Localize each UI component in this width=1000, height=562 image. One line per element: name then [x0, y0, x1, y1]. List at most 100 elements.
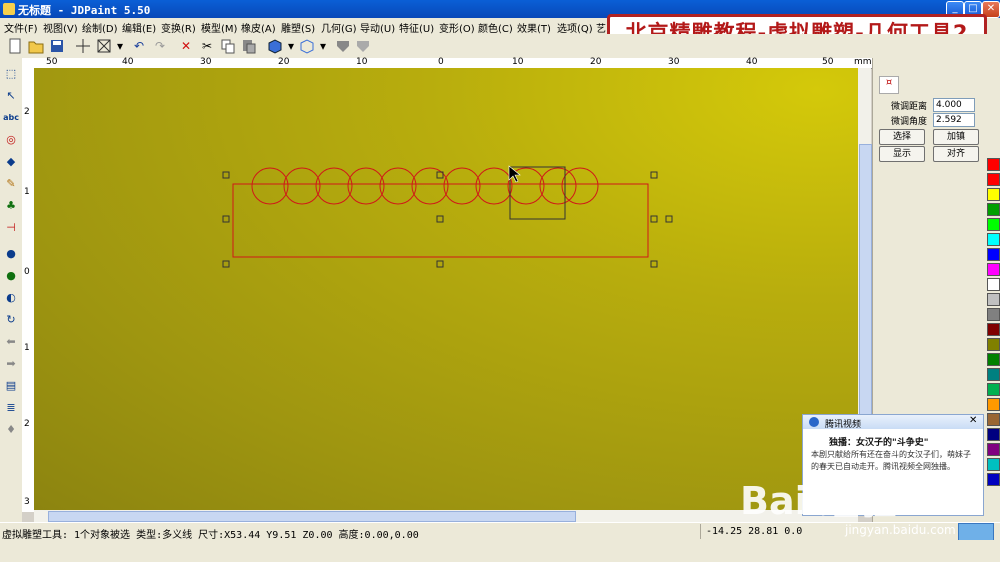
color-swatch[interactable]	[987, 323, 1000, 336]
menu-model[interactable]: 模型(M)	[201, 20, 237, 35]
ruler-label: 40	[746, 57, 758, 67]
dropdown-arrow-icon[interactable]: ▾	[318, 37, 328, 55]
color-swatch[interactable]	[987, 338, 1000, 351]
color-swatch[interactable]	[987, 443, 1000, 456]
ruler-label: 0	[24, 267, 30, 277]
dropdown-arrow-icon[interactable]: ▾	[286, 37, 296, 55]
shield-icon[interactable]	[334, 37, 352, 55]
thicken-button[interactable]: 加镇	[933, 129, 979, 145]
color-swatch[interactable]	[987, 263, 1000, 276]
menu-view[interactable]: 视图(V)	[43, 20, 78, 35]
measure-tool-icon[interactable]: ⊣	[3, 220, 19, 236]
ruler-label: 50	[822, 57, 834, 67]
color-swatch[interactable]	[987, 353, 1000, 366]
menu-guide[interactable]: 导动(U)	[360, 20, 395, 35]
ruler-label: 30	[668, 57, 680, 67]
smooth-tool-icon[interactable]: ◐	[3, 290, 19, 306]
menu-eraser[interactable]: 橡皮(A)	[241, 20, 276, 35]
ruler-label: 10	[512, 57, 524, 67]
app-icon	[3, 3, 15, 15]
circle-tool-icon[interactable]: ◎	[3, 132, 19, 148]
open-icon[interactable]	[27, 37, 45, 55]
stamp-tool-icon[interactable]: ♣	[3, 198, 19, 214]
select-button[interactable]: 选择	[879, 129, 925, 145]
select-tool-icon[interactable]: ⬚	[3, 66, 19, 82]
color-swatch[interactable]	[987, 158, 1000, 171]
brush-tool-icon[interactable]: ✎	[3, 176, 19, 192]
arrow-left-icon[interactable]: ⬅	[3, 334, 19, 350]
paste-icon[interactable]	[240, 37, 258, 55]
canvas-drawing	[222, 165, 673, 268]
fill-tool-icon[interactable]: ◆	[3, 154, 19, 170]
layers-tool-icon[interactable]: ▤	[3, 378, 19, 394]
bulb-green-icon[interactable]: ●	[3, 268, 19, 284]
horizontal-scrollbar[interactable]	[34, 510, 858, 522]
baidu-watermark: Bai 经验	[740, 479, 897, 523]
menu-edit[interactable]: 编辑(E)	[122, 20, 156, 35]
cube-icon[interactable]	[266, 37, 284, 55]
color-swatch[interactable]	[987, 368, 1000, 381]
color-swatch[interactable]	[987, 173, 1000, 186]
color-swatch[interactable]	[987, 233, 1000, 246]
color-swatch[interactable]	[987, 413, 1000, 426]
arrow-right-icon[interactable]: ➡	[3, 356, 19, 372]
menu-sculpt[interactable]: 雕塑(S)	[281, 20, 315, 35]
popup-subtitle[interactable]: 独播：女汉子的"斗争史"	[829, 435, 928, 448]
shield-icon[interactable]	[354, 37, 372, 55]
color-swatch[interactable]	[987, 278, 1000, 291]
selection-handle	[436, 215, 444, 223]
ruler-label: 50	[46, 57, 58, 67]
dropdown-arrow-icon[interactable]: ▾	[115, 37, 125, 55]
menu-options[interactable]: 选项(Q)	[557, 20, 593, 35]
mesh-tool-icon[interactable]: ♦	[3, 422, 19, 438]
ruler-label: 10	[356, 57, 368, 67]
menu-feature[interactable]: 特征(U)	[399, 20, 434, 35]
delete-icon[interactable]: ✕	[177, 37, 195, 55]
crosshair-icon[interactable]	[74, 37, 92, 55]
color-swatch[interactable]	[987, 203, 1000, 216]
color-swatch[interactable]	[987, 308, 1000, 321]
menu-deform[interactable]: 变形(O)	[439, 20, 475, 35]
box-icon[interactable]	[298, 37, 316, 55]
color-swatch[interactable]	[987, 458, 1000, 471]
lines-tool-icon[interactable]: ≣	[3, 400, 19, 416]
horizontal-scroll-thumb[interactable]	[48, 511, 576, 522]
selection-handle	[650, 215, 658, 223]
color-swatch[interactable]	[987, 248, 1000, 261]
new-icon[interactable]	[6, 37, 24, 55]
fine-tune-angle-input[interactable]: 2.592	[933, 113, 975, 127]
bulb-tool-icon[interactable]: ●	[3, 246, 19, 262]
drawing-canvas[interactable]	[34, 68, 858, 510]
panel-tab[interactable]: ¤	[879, 76, 899, 94]
selected-rectangle	[232, 183, 649, 258]
menu-geometry[interactable]: 几何(G)	[321, 20, 357, 35]
selection-handle	[650, 171, 658, 179]
copy-icon[interactable]	[219, 37, 237, 55]
align-button[interactable]: 对齐	[933, 146, 979, 162]
left-toolbar: ⬚ ↖ abc ◎ ◆ ✎ ♣ ⊣ ● ● ◐ ↻ ⬅ ➡ ▤ ≣ ♦	[0, 58, 22, 522]
menu-color[interactable]: 颜色(C)	[478, 20, 513, 35]
menu-file[interactable]: 文件(F)	[4, 20, 38, 35]
node-tool-icon[interactable]: ↖	[3, 88, 19, 104]
popup-close-button[interactable]: ✕	[969, 415, 977, 426]
color-swatch[interactable]	[987, 188, 1000, 201]
color-swatch[interactable]	[987, 383, 1000, 396]
color-swatch[interactable]	[987, 473, 1000, 486]
menu-art[interactable]: 艺	[596, 20, 606, 35]
menu-effect[interactable]: 效果(T)	[517, 20, 551, 35]
text-tool-icon[interactable]: abc	[3, 110, 19, 126]
redo-icon[interactable]: ↷	[151, 37, 169, 55]
cut-icon[interactable]: ✂	[198, 37, 216, 55]
show-button[interactable]: 显示	[879, 146, 925, 162]
menu-transform[interactable]: 变换(R)	[161, 20, 196, 35]
color-swatch[interactable]	[987, 218, 1000, 231]
fine-tune-distance-input[interactable]: 4.000	[933, 98, 975, 112]
select-box-icon[interactable]	[95, 37, 113, 55]
color-swatch[interactable]	[987, 428, 1000, 441]
color-swatch[interactable]	[987, 293, 1000, 306]
rotate-tool-icon[interactable]: ↻	[3, 312, 19, 328]
save-icon[interactable]	[48, 37, 66, 55]
color-swatch[interactable]	[987, 398, 1000, 411]
undo-icon[interactable]: ↶	[130, 37, 148, 55]
menu-draw[interactable]: 绘制(D)	[82, 20, 118, 35]
